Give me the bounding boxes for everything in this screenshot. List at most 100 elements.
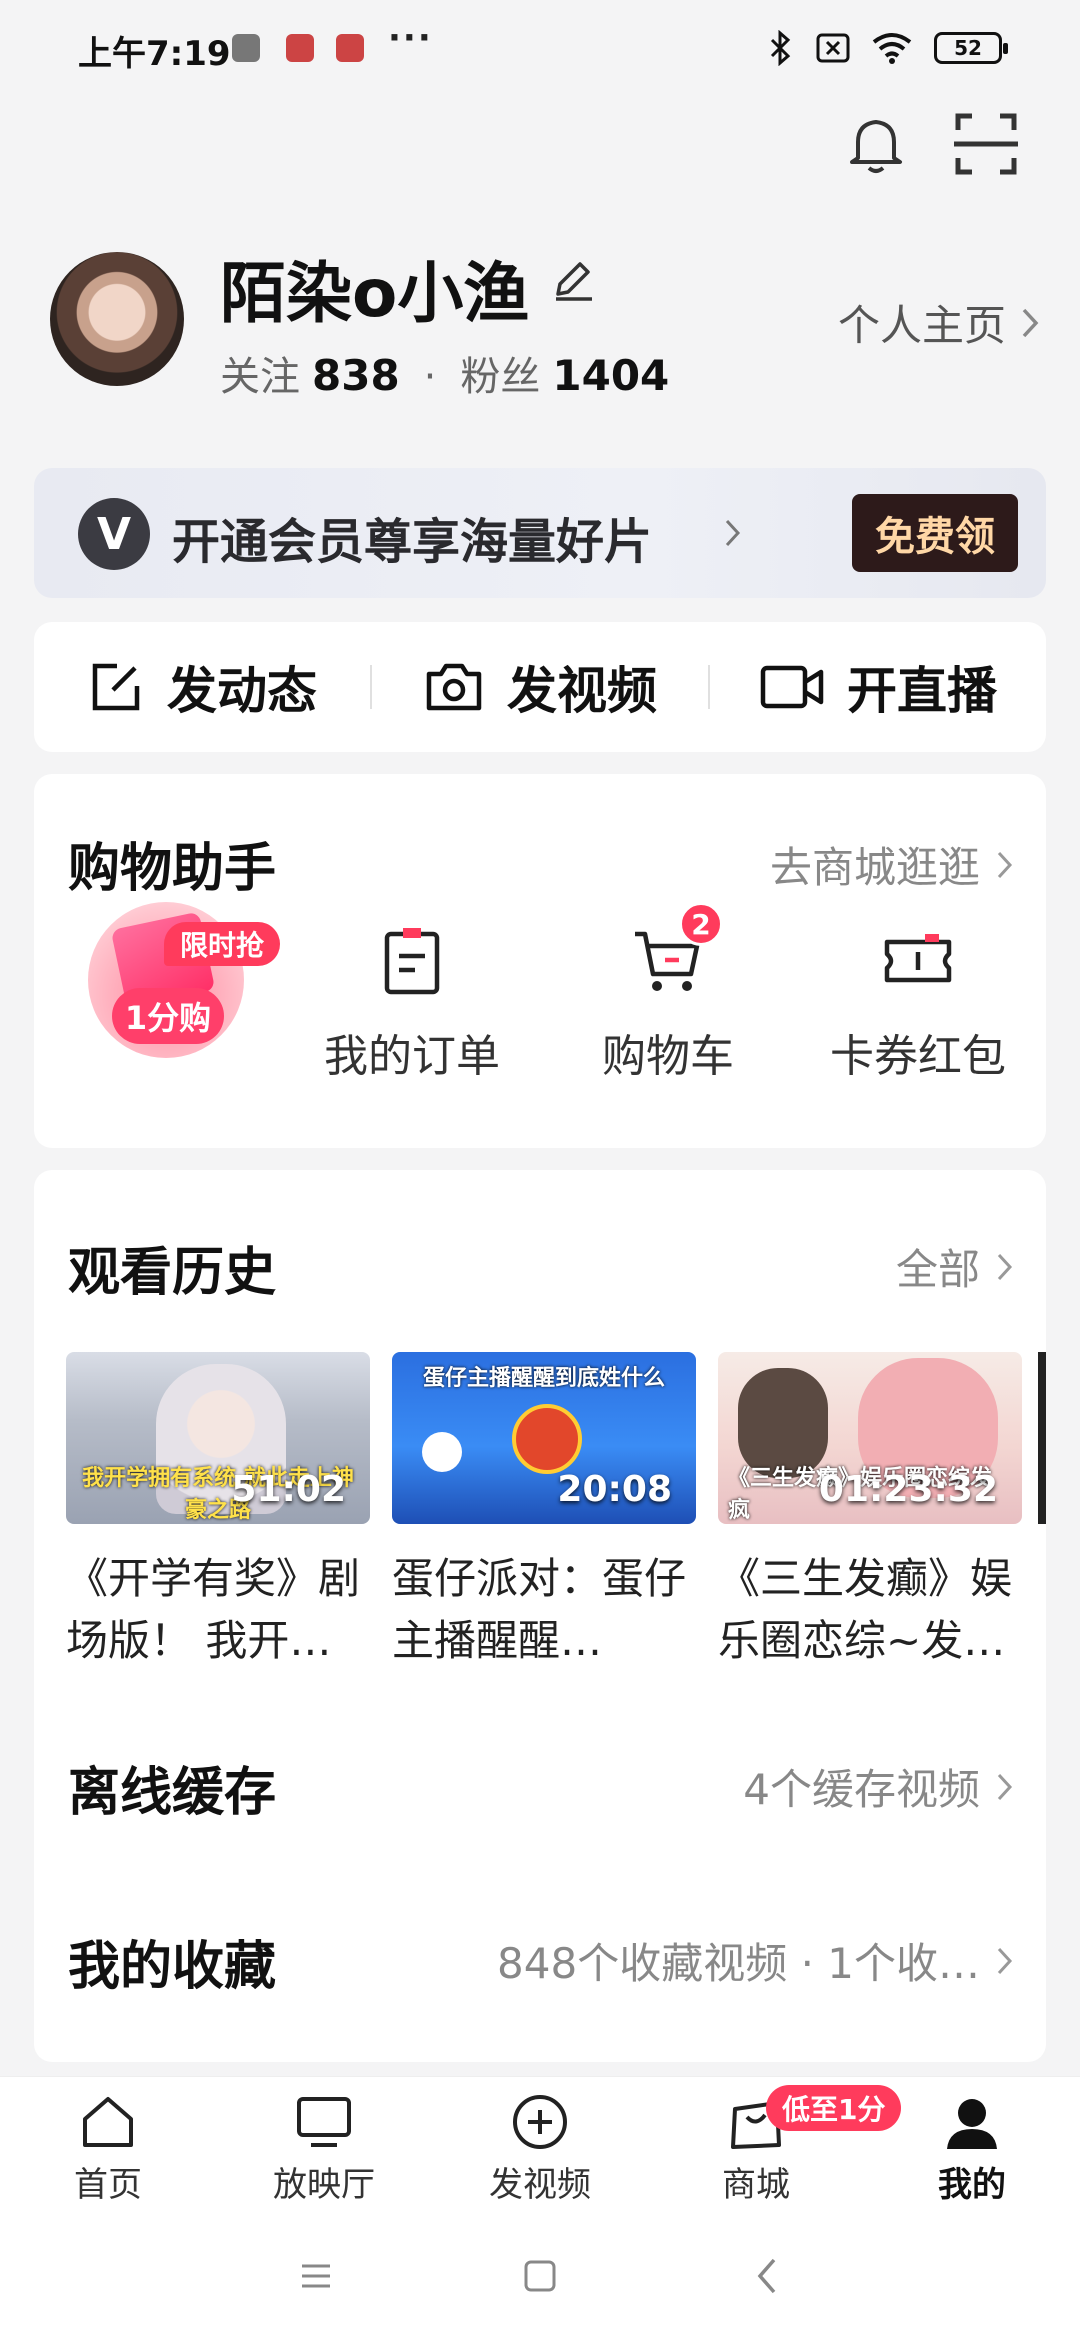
- scan-icon[interactable]: [950, 108, 1022, 180]
- status-time: 上午7:19: [78, 34, 231, 74]
- action-card: 发动态 发视频 开直播: [34, 622, 1046, 752]
- tab-profile[interactable]: 我的: [864, 2077, 1080, 2210]
- video-title[interactable]: 《开学有奖》剧场版！ 我开…: [66, 1548, 370, 1672]
- avatar[interactable]: [50, 252, 184, 386]
- cart-button[interactable]: 2 购物车: [568, 902, 768, 1084]
- followers-label: 粉丝: [460, 354, 541, 400]
- promo-label: 1分购: [112, 988, 224, 1044]
- thumbnail-caption: 蛋仔主播醒醒到底姓什么: [422, 1366, 665, 1391]
- bluetooth-icon: [770, 30, 791, 66]
- cart-label: 购物车: [602, 1031, 734, 1082]
- shopping-card: 购物助手 去商城逛逛 1分购 限时抢 我的订单 2 购物车 卡券红包: [34, 774, 1046, 1148]
- status-bar: 上午7:19 ··· 52: [0, 0, 1080, 100]
- video-thumbnail[interactable]: 我开学拥有系统 就此走上神豪之路 51:02: [66, 1352, 370, 1524]
- video-camera-icon: [760, 665, 824, 709]
- upload-video-button[interactable]: 发视频: [372, 651, 708, 723]
- free-claim-button[interactable]: 免费领: [852, 494, 1018, 572]
- favorites-count: 848个收藏视频 · 1个收…: [497, 1939, 980, 1988]
- menu-icon[interactable]: [292, 2252, 340, 2300]
- tab-cinema-label: 放映厅: [273, 2165, 375, 2205]
- favorites-row[interactable]: 我的收藏 848个收藏视频 · 1个收…: [34, 1894, 1046, 2014]
- history-all-label: 全部: [895, 1245, 980, 1294]
- chevron-right-icon: [997, 1773, 1013, 1800]
- tab-mall[interactable]: 商城 低至1分: [648, 2077, 902, 2210]
- coupons-label: 卡券红包: [830, 1031, 1006, 1082]
- tab-upload[interactable]: 发视频: [432, 2077, 648, 2210]
- homepage-link[interactable]: 个人主页: [838, 292, 1040, 353]
- plus-circle-icon: [513, 2095, 567, 2149]
- history-card: 观看历史 全部 我开学拥有系统 就此走上神豪之路 51:02 《开学有奖》剧场版…: [34, 1170, 1046, 2062]
- notification-icon: [286, 34, 314, 62]
- camera-icon: [426, 663, 482, 711]
- offline-cache-title: 离线缓存: [68, 1763, 277, 1823]
- more-notifications-icon: ···: [388, 18, 433, 58]
- vip-banner-text: 开通会员尊享海量好片: [172, 514, 653, 570]
- offline-cache-count: 4个缓存视频: [743, 1765, 980, 1814]
- tab-mall-label: 商城: [722, 2165, 790, 2205]
- video-thumbnail[interactable]: [1038, 1352, 1046, 1524]
- home-square-icon[interactable]: [516, 2252, 564, 2300]
- video-duration: 01:23:32: [818, 1469, 998, 1510]
- my-orders-button[interactable]: 我的订单: [312, 924, 512, 1084]
- tab-home-label: 首页: [74, 2165, 142, 2205]
- video-thumbnail[interactable]: 《三生发癫》娱乐圈恋综发疯 01:23:32: [718, 1352, 1022, 1524]
- followers-count[interactable]: 1404: [552, 351, 669, 400]
- compose-icon: [92, 663, 140, 711]
- offline-cache-row[interactable]: 离线缓存 4个缓存视频: [34, 1720, 1046, 1840]
- tv-icon: [297, 2097, 351, 2147]
- favorites-link: 848个收藏视频 · 1个收…: [497, 1930, 1014, 1991]
- notification-icon: [336, 34, 364, 62]
- home-icon: [83, 2097, 133, 2147]
- vip-banner[interactable]: V 开通会员尊享海量好片 免费领: [34, 468, 1046, 598]
- following-label: 关注: [220, 354, 300, 400]
- coupon-icon: [884, 934, 952, 983]
- stats-separator: ·: [423, 354, 437, 400]
- notification-icon: [232, 34, 260, 62]
- system-nav-bar: [0, 2210, 1080, 2340]
- go-to-mall-label: 去商城逛逛: [769, 843, 980, 892]
- offline-cache-link: 4个缓存视频: [743, 1756, 1014, 1817]
- history-title: 观看历史: [68, 1243, 277, 1303]
- chevron-right-icon: [997, 1253, 1013, 1280]
- my-orders-label: 我的订单: [324, 1031, 500, 1082]
- chevron-right-icon: [997, 1947, 1013, 1974]
- battery-level: 52: [954, 36, 982, 60]
- favorites-title: 我的收藏: [68, 1937, 277, 1997]
- tab-profile-label: 我的: [938, 2165, 1006, 2205]
- wifi-icon: [872, 33, 912, 64]
- video-duration: 20:08: [557, 1469, 672, 1510]
- tab-cinema[interactable]: 放映厅: [216, 2077, 432, 2210]
- video-thumbnail[interactable]: 蛋仔主播醒醒到底姓什么 20:08: [392, 1352, 696, 1524]
- post-label: 发动态: [167, 662, 317, 720]
- edit-icon[interactable]: [548, 256, 596, 304]
- sim-x-icon: [816, 33, 850, 63]
- chevron-right-icon: [725, 519, 741, 547]
- bell-icon[interactable]: [840, 108, 912, 180]
- video-duration: 51:02: [231, 1469, 346, 1510]
- profile-stats: 关注 838 · 粉丝 1404: [220, 344, 669, 402]
- limited-time-tag: 限时抢: [164, 922, 281, 966]
- battery-icon: 52: [934, 32, 1008, 64]
- video-title[interactable]: 《三生发癫》娱乐圈恋综~发…: [718, 1548, 1022, 1672]
- shopping-title: 购物助手: [68, 839, 277, 899]
- tab-upload-label: 发视频: [489, 2165, 591, 2205]
- history-all-link[interactable]: 全部: [896, 1236, 1014, 1297]
- homepage-link-label: 个人主页: [837, 301, 1006, 350]
- go-to-mall-link[interactable]: 去商城逛逛: [770, 834, 1014, 895]
- go-live-button[interactable]: 开直播: [710, 651, 1046, 723]
- post-button[interactable]: 发动态: [34, 651, 370, 723]
- username: 陌染o小渔: [220, 255, 530, 332]
- go-live-label: 开直播: [847, 662, 997, 720]
- chevron-right-icon: [997, 851, 1013, 878]
- profile-icon: [947, 2099, 997, 2149]
- vip-logo-icon: V: [78, 498, 150, 570]
- back-icon[interactable]: [744, 2252, 792, 2300]
- upload-video-label: 发视频: [507, 662, 657, 720]
- coupons-button[interactable]: 卡券红包: [818, 924, 1018, 1084]
- cart-badge: 2: [679, 902, 723, 946]
- tab-home[interactable]: 首页: [0, 2077, 216, 2210]
- following-count[interactable]: 838: [312, 351, 400, 400]
- chevron-right-icon: [1022, 308, 1039, 337]
- bottom-tab-bar: 首页 放映厅 发视频 商城 低至1分 我的: [0, 2076, 1080, 2210]
- video-title[interactable]: 蛋仔派对：蛋仔主播醒醒…: [392, 1548, 696, 1672]
